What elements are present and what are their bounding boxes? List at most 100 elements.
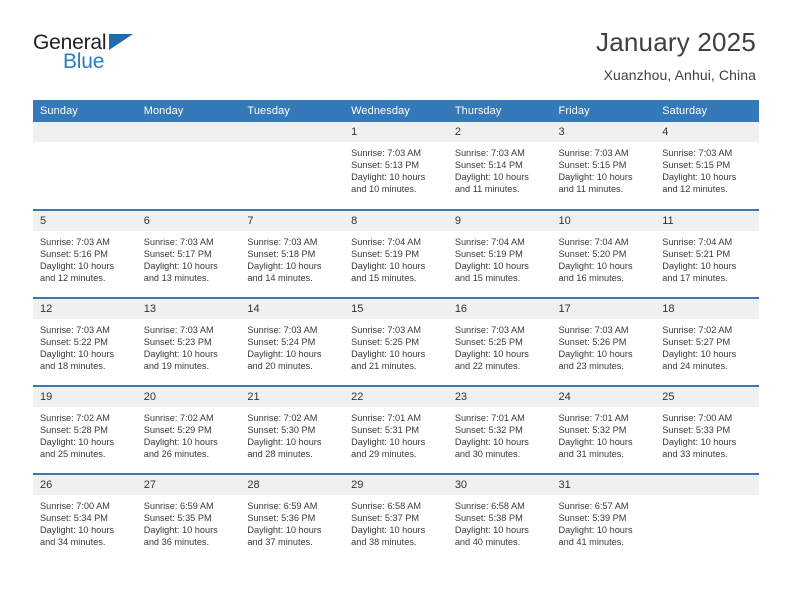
calendar-day-cell[interactable]: 23 Sunrise: 7:01 AM Sunset: 5:32 PM Dayligh… [447,385,552,474]
calendar-day-cell[interactable]: 4 Sunrise: 7:03 AM Sunset: 5:15 PM Daylight… [655,122,759,210]
day-sunset-text: Sunset: 5:26 PM [558,337,627,348]
day-details: Sunrise: 7:03 AM Sunset: 5:14 PM Daylight:… [448,142,552,195]
day-daylight1-text: Daylight: 10 hours [40,349,115,360]
day-daylight1-text: Daylight: 10 hours [662,172,737,183]
day-sunrise-text: Sunrise: 7:02 AM [662,325,733,335]
calendar-day-cell[interactable]: 30 Sunrise: 6:58 AM Sunset: 5:38 PM Dayligh… [447,473,552,562]
day-daylight1-text: Daylight: 10 hours [247,261,322,272]
calendar-day-cell[interactable] [240,122,345,210]
day-daylight1-text: Daylight: 10 hours [351,172,426,183]
calendar-day-cell[interactable]: 10 Sunrise: 7:04 AM Sunset: 5:20 PM Dayligh… [551,209,656,298]
day-sunrise-text: Sunrise: 7:02 AM [40,413,110,423]
calendar-day-cell[interactable]: 26 Sunrise: 7:00 AM Sunset: 5:34 PM Dayligh… [33,473,137,562]
day-daylight2-text: and 40 minutes. [454,537,521,548]
day-daylight2-text: and 20 minutes. [247,361,313,372]
day-number: 6 [136,211,241,231]
page-header: General Blue January 2025 Xuanzhou, Anhu… [0,0,792,100]
generalblue-logo[interactable]: General Blue [33,26,155,78]
calendar-day-cell[interactable]: 6 Sunrise: 7:03 AM Sunset: 5:17 PM Daylight… [136,209,241,298]
day-sunset-text: Sunset: 5:27 PM [662,337,731,348]
calendar-day-cell[interactable]: 22 Sunrise: 7:01 AM Sunset: 5:31 PM Dayligh… [344,385,448,474]
calendar-day-cell[interactable]: 17 Sunrise: 7:03 AM Sunset: 5:26 PM Dayligh… [551,297,656,386]
calendar-day-cell[interactable]: 5 Sunrise: 7:03 AM Sunset: 5:16 PM Daylight… [33,209,137,298]
calendar-day-cell[interactable]: 28 Sunrise: 6:59 AM Sunset: 5:36 PM Dayligh… [240,473,345,562]
calendar-day-cell[interactable] [136,122,241,210]
day-daylight1-text: Daylight: 10 hours [454,437,529,448]
day-sunrise-text: Sunrise: 7:01 AM [454,413,525,423]
calendar-day-cell[interactable] [655,473,759,562]
day-daylight2-text: and 36 minutes. [143,537,210,548]
day-sunrise-text: Sunrise: 7:03 AM [247,325,318,335]
day-daylight2-text: and 22 minutes. [454,361,521,372]
day-number: 13 [136,299,241,319]
calendar-day-cell[interactable]: 14 Sunrise: 7:03 AM Sunset: 5:24 PM Dayligh… [240,297,345,386]
calendar-day-cell[interactable]: 15 Sunrise: 7:03 AM Sunset: 5:25 PM Dayligh… [344,297,448,386]
calendar-day-cell[interactable]: 21 Sunrise: 7:02 AM Sunset: 5:30 PM Dayligh… [240,385,345,474]
calendar-day-cell[interactable]: 20 Sunrise: 7:02 AM Sunset: 5:29 PM Dayligh… [136,385,241,474]
calendar-day-cell[interactable]: 1 Sunrise: 7:03 AM Sunset: 5:13 PM Daylight… [344,122,448,210]
day-sunset-text: Sunset: 5:19 PM [454,249,523,260]
calendar-day-cell[interactable]: 12 Sunrise: 7:03 AM Sunset: 5:22 PM Dayligh… [33,297,137,386]
day-daylight2-text: and 29 minutes. [351,449,417,460]
calendar-day-cell[interactable]: 2 Sunrise: 7:03 AM Sunset: 5:14 PM Daylight… [447,122,552,210]
calendar-day-cell[interactable]: 31 Sunrise: 6:57 AM Sunset: 5:39 PM Dayligh… [551,473,656,562]
calendar-week-row: 5 Sunrise: 7:03 AM Sunset: 5:16 PM Daylight… [33,209,759,298]
calendar-day-cell[interactable]: 24 Sunrise: 7:01 AM Sunset: 5:32 PM Dayligh… [551,385,656,474]
calendar-week-row: 1 Sunrise: 7:03 AM Sunset: 5:13 PM Daylight… [33,122,759,210]
day-daylight1-text: Daylight: 10 hours [662,437,737,448]
day-number: 21 [240,387,345,407]
day-daylight2-text: and 33 minutes. [662,449,728,460]
day-daylight1-text: Daylight: 10 hours [247,437,322,448]
day-sunrise-text: Sunrise: 6:59 AM [247,501,318,511]
day-details: Sunrise: 7:02 AM Sunset: 5:29 PM Daylight:… [137,407,241,460]
day-daylight1-text: Daylight: 10 hours [454,525,529,536]
day-details: Sunrise: 7:04 AM Sunset: 5:21 PM Daylight:… [655,231,759,284]
day-number: 16 [447,299,552,319]
calendar-day-cell[interactable]: 8 Sunrise: 7:04 AM Sunset: 5:19 PM Daylight… [344,209,448,298]
calendar-day-cell[interactable]: 11 Sunrise: 7:04 AM Sunset: 5:21 PM Dayligh… [655,209,759,298]
calendar-day-cell[interactable]: 29 Sunrise: 6:58 AM Sunset: 5:37 PM Dayligh… [344,473,448,562]
day-details: Sunrise: 7:01 AM Sunset: 5:32 PM Daylight:… [448,407,552,460]
day-daylight2-text: and 28 minutes. [247,449,313,460]
day-daylight2-text: and 30 minutes. [454,449,521,460]
day-number: 11 [655,211,759,231]
calendar-header-row: Sunday Monday Tuesday Wednesday Thursday Frid… [33,100,759,122]
day-sunset-text: Sunset: 5:17 PM [143,249,212,260]
day-sunset-text: Sunset: 5:32 PM [454,425,523,436]
calendar-day-cell[interactable]: 18 Sunrise: 7:02 AM Sunset: 5:27 PM Dayligh… [655,297,759,386]
logo-triangle-icon [109,34,133,50]
day-sunrise-text: Sunrise: 7:03 AM [247,237,318,247]
day-daylight2-text: and 31 minutes. [558,449,624,460]
calendar-day-cell[interactable]: 13 Sunrise: 7:03 AM Sunset: 5:23 PM Dayligh… [136,297,241,386]
day-daylight2-text: and 34 minutes. [40,537,106,548]
day-daylight1-text: Daylight: 10 hours [351,261,426,272]
calendar-day-cell[interactable] [33,122,137,210]
day-details: Sunrise: 7:03 AM Sunset: 5:13 PM Daylight:… [344,142,448,195]
calendar-day-cell[interactable]: 25 Sunrise: 7:00 AM Sunset: 5:33 PM Dayligh… [655,385,759,474]
logo-text-blue: Blue [63,50,105,73]
title-block: January 2025 Xuanzhou, Anhui, China [596,26,756,83]
calendar-day-cell[interactable]: 19 Sunrise: 7:02 AM Sunset: 5:28 PM Dayligh… [33,385,137,474]
day-daylight1-text: Daylight: 10 hours [40,437,115,448]
day-sunset-text: Sunset: 5:14 PM [454,160,523,171]
day-sunset-text: Sunset: 5:32 PM [558,425,627,436]
calendar-day-cell[interactable]: 16 Sunrise: 7:03 AM Sunset: 5:25 PM Dayligh… [447,297,552,386]
day-sunset-text: Sunset: 5:18 PM [247,249,316,260]
calendar-day-cell[interactable]: 3 Sunrise: 7:03 AM Sunset: 5:15 PM Daylight… [551,122,656,210]
day-sunset-text: Sunset: 5:23 PM [143,337,212,348]
calendar-day-cell[interactable]: 27 Sunrise: 6:59 AM Sunset: 5:35 PM Dayligh… [136,473,241,562]
day-number: 25 [655,387,759,407]
day-sunset-text: Sunset: 5:36 PM [247,513,316,524]
day-daylight2-text: and 19 minutes. [143,361,210,372]
day-details: Sunrise: 7:03 AM Sunset: 5:16 PM Daylight:… [33,231,137,284]
page-title: January 2025 [596,27,756,57]
day-sunrise-text: Sunrise: 6:59 AM [143,501,214,511]
day-sunrise-text: Sunrise: 6:58 AM [351,501,422,511]
day-daylight1-text: Daylight: 10 hours [40,261,115,272]
calendar-day-cell[interactable]: 9 Sunrise: 7:04 AM Sunset: 5:19 PM Daylight… [447,209,552,298]
day-daylight1-text: Daylight: 10 hours [558,261,633,272]
day-sunset-text: Sunset: 5:24 PM [247,337,316,348]
calendar-day-cell[interactable]: 7 Sunrise: 7:03 AM Sunset: 5:18 PM Daylight… [240,209,345,298]
day-daylight2-text: and 12 minutes. [40,273,106,284]
day-sunrise-text: Sunrise: 7:04 AM [454,237,525,247]
